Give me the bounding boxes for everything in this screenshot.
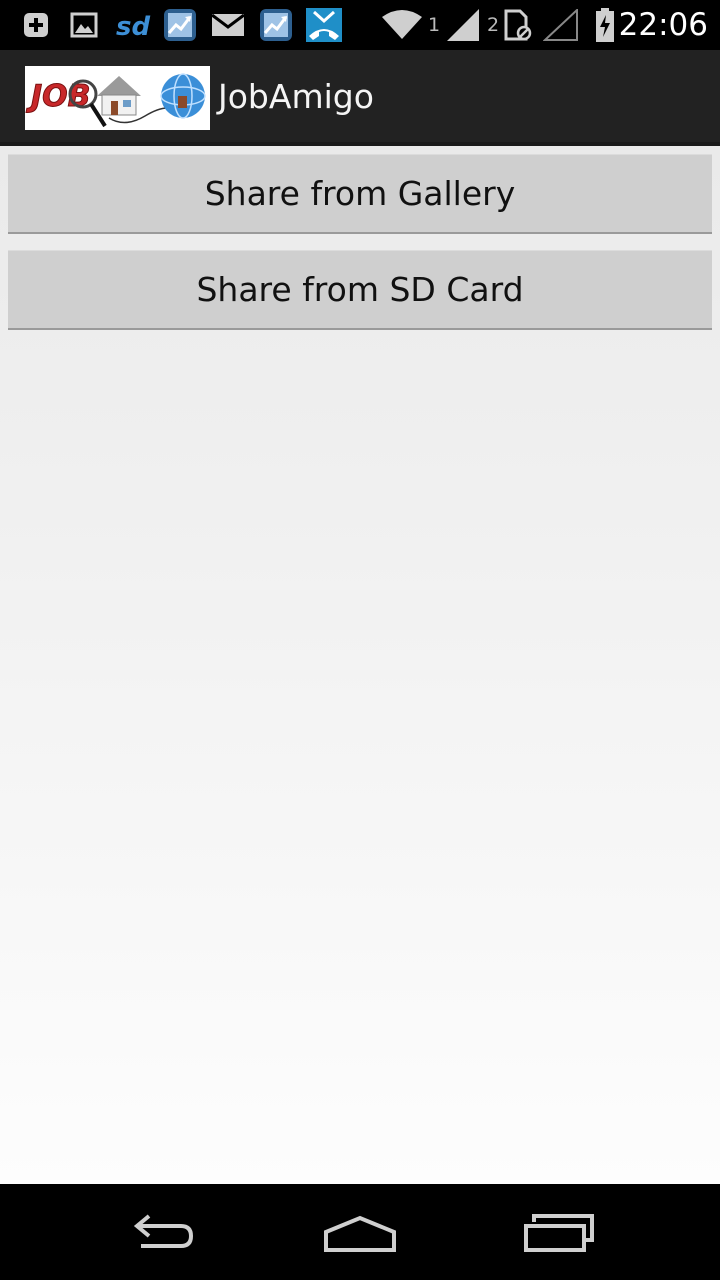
home-icon[interactable]	[300, 1208, 420, 1260]
content-area: Share from Gallery Share from SD Card	[0, 146, 720, 1184]
svg-text:sd: sd	[116, 12, 150, 42]
svg-text:JOB: JOB	[26, 79, 91, 114]
missed-call-icon	[306, 8, 342, 42]
app-logo: JOB	[25, 66, 210, 130]
share-from-gallery-button[interactable]: Share from Gallery	[8, 154, 712, 234]
stock-chart-icon	[162, 8, 198, 42]
back-icon[interactable]	[100, 1208, 220, 1260]
navigation-bar	[0, 1184, 720, 1280]
wifi-icon	[380, 8, 424, 42]
recent-apps-icon[interactable]	[500, 1208, 620, 1260]
battery-charging-icon	[594, 8, 616, 42]
app-title: JobAmigo	[218, 77, 374, 116]
no-signal-icon	[542, 8, 580, 42]
share-from-sd-card-button[interactable]: Share from SD Card	[8, 250, 712, 330]
stock-chart-icon	[258, 8, 294, 42]
signal-icon	[444, 8, 482, 42]
action-bar: JOB JobAmigo	[0, 50, 720, 146]
sim-card-icon	[502, 8, 534, 42]
sim2-label: 2	[487, 14, 500, 36]
status-time: 22:06	[618, 7, 708, 43]
add-box-icon	[20, 8, 52, 42]
image-icon	[68, 8, 100, 42]
mail-icon	[210, 8, 246, 42]
status-bar: sd 1 2 22:06	[0, 0, 720, 50]
sd-icon: sd	[112, 8, 152, 42]
sim1-label: 1	[428, 14, 441, 36]
